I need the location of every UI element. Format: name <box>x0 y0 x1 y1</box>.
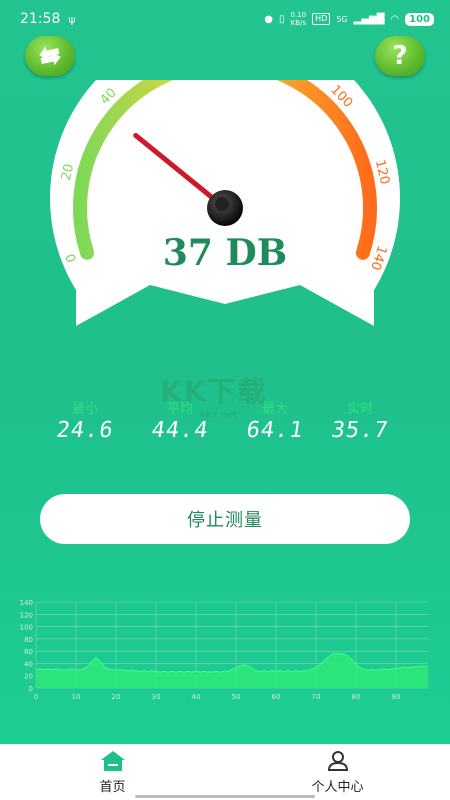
person-icon <box>327 750 348 771</box>
status-time: 21:58 <box>20 11 61 27</box>
sound-level-gauge: 020406080100120140 <box>0 23 450 340</box>
network-label: 5G <box>336 14 348 24</box>
history-chart-svg: 0 20 40 60 80 100 120 140 0 10 20 30 40 50 60 70 80 90 <box>20 599 428 701</box>
chart-x-tick-label: 10 <box>72 693 81 701</box>
battery-indicator: 100 <box>405 12 434 26</box>
chart-y-tick-label: 120 <box>20 611 33 619</box>
vibrate-icon: ▯ <box>279 13 285 25</box>
chart-x-tick-label: 70 <box>312 693 321 701</box>
bottom-tab-bar: 首页 个人中心 <box>0 744 450 800</box>
stat-value: 35.7 <box>329 418 391 443</box>
gauge-tick <box>87 195 94 197</box>
chart-y-tick-label: 60 <box>24 648 33 656</box>
refresh-arrows-icon <box>39 46 61 66</box>
mic-icon: ● <box>264 13 274 25</box>
history-chart: 0 20 40 60 80 100 120 140 0 10 20 30 40 50 60 70 80 90 <box>14 598 434 708</box>
home-indicator <box>135 795 315 798</box>
tab-home[interactable]: 首页 <box>0 744 225 800</box>
chart-x-tick-label: 20 <box>112 693 121 701</box>
tab-home-label: 首页 <box>99 779 126 795</box>
refresh-button[interactable] <box>25 36 75 76</box>
stat-value: 24.6 <box>54 418 116 443</box>
chart-y-tick-label: 80 <box>24 636 33 644</box>
net-speed-unit: KB/s <box>290 19 307 27</box>
help-icon: ? <box>392 41 408 71</box>
chart-x-tick-label: 60 <box>272 693 281 701</box>
stat-label: 平均 <box>166 402 193 417</box>
chart-x-tick-label: 0 <box>34 693 38 701</box>
chart-x-tick-label: 40 <box>192 693 201 701</box>
status-bar: 21:58 ψ ● ▯ 0.10 KB/s HD 5G ▂▄▆█ ◠ 100 <box>0 0 450 38</box>
home-icon <box>100 750 125 771</box>
chart-y-tick-label: 20 <box>24 673 33 681</box>
signal-icon: ▂▄▆█ <box>353 13 385 25</box>
chart-y-tick-label: 140 <box>20 599 33 607</box>
chart-y-tick-label: 0 <box>29 685 33 693</box>
decibel-readout: 37 DB <box>162 232 288 274</box>
chart-x-tick-label: 80 <box>352 693 361 701</box>
help-button[interactable]: ? <box>375 36 425 76</box>
stat-min: 最小 24.6 <box>35 398 135 443</box>
stat-label: 最小 <box>71 402 98 417</box>
stat-value: 44.4 <box>149 418 211 443</box>
chart-x-tick-label: 50 <box>232 693 241 701</box>
usb-icon: ψ <box>68 12 76 26</box>
wifi-icon: ◠ <box>390 13 400 25</box>
chart-y-tick-label: 40 <box>24 660 33 668</box>
gauge-svg: 020406080100120140 <box>50 23 401 326</box>
net-speed: 0.10 KB/s <box>291 11 307 27</box>
gauge-tick <box>356 195 363 197</box>
stat-avg: 平均 44.4 <box>130 398 230 443</box>
hd-badge: HD <box>312 13 331 25</box>
chart-x-tick-label: 30 <box>152 693 161 701</box>
stat-label: 实时 <box>346 402 373 417</box>
tab-profile[interactable]: 个人中心 <box>225 744 450 800</box>
tab-profile-label: 个人中心 <box>311 779 364 795</box>
chart-y-tick-label: 100 <box>20 624 33 632</box>
gauge-hub-center <box>215 197 229 211</box>
stop-measurement-button[interactable]: 停止测量 <box>40 494 410 544</box>
stat-realtime: 实时 35.7 <box>310 398 410 443</box>
chart-x-tick-label: 90 <box>392 693 401 701</box>
stats-row: 最小 24.6 平均 44.4 最大 64.1 实时 35.7 <box>0 398 450 448</box>
net-speed-value: 0.10 <box>290 11 307 19</box>
